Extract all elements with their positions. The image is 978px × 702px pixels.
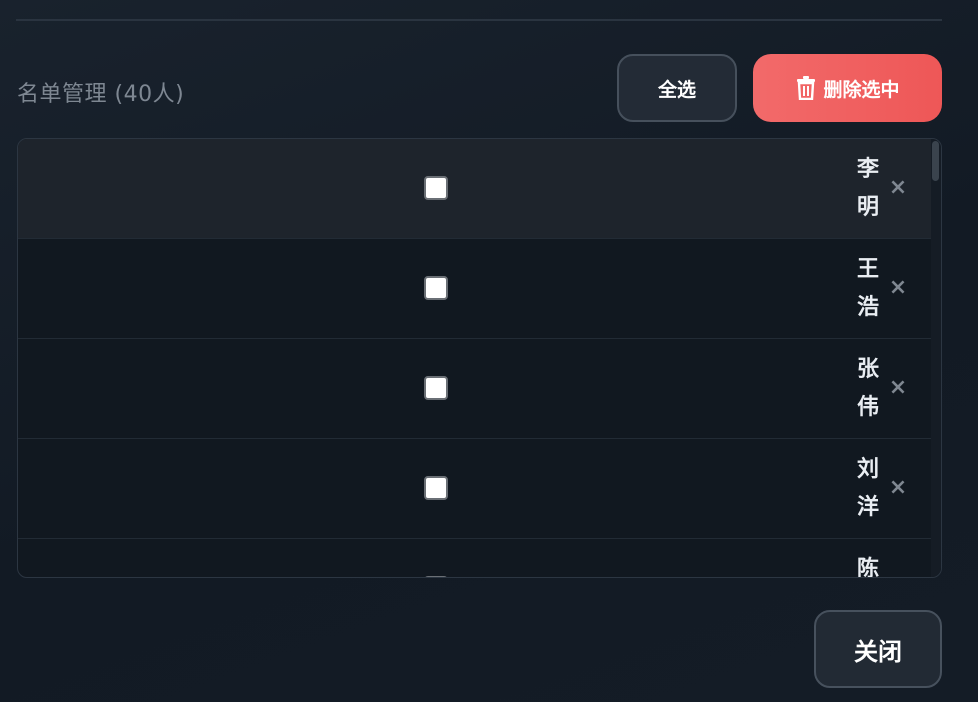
row-checkbox[interactable] [424, 176, 448, 200]
member-name: 张伟 [856, 357, 879, 420]
remove-icon[interactable]: × [886, 175, 910, 200]
delete-selected-button[interactable]: 删除选中 [753, 54, 942, 122]
list-item: 张伟 × [18, 339, 932, 439]
remove-icon[interactable]: × [886, 475, 910, 500]
list-item: 王浩 × [18, 239, 932, 339]
list-item: 刘洋 × [18, 439, 932, 539]
remove-icon[interactable]: × [886, 275, 910, 300]
close-label: 关闭 [854, 637, 902, 666]
row-checkbox[interactable] [424, 276, 448, 300]
select-all-button[interactable]: 全选 [617, 54, 737, 122]
member-name: 陈 [856, 557, 879, 578]
roster-dialog: 名单管理 (40人) 全选 删除选中 李明 × 王浩 × 张伟 × 刘洋 × 陈… [0, 0, 978, 702]
scrollbar-thumb[interactable] [932, 141, 939, 181]
delete-selected-label: 删除选中 [823, 78, 900, 101]
row-checkbox[interactable] [424, 376, 448, 400]
select-all-label: 全选 [657, 78, 696, 101]
list-item: 陈 × [18, 539, 932, 578]
page-title: 名单管理 (40人) [17, 82, 185, 107]
top-divider [16, 19, 942, 21]
remove-icon[interactable]: × [886, 375, 910, 400]
member-name: 王浩 [856, 257, 879, 320]
trash-icon [795, 76, 817, 100]
close-button[interactable]: 关闭 [814, 610, 942, 688]
remove-icon[interactable]: × [886, 575, 910, 578]
member-name: 刘洋 [856, 457, 879, 520]
row-checkbox[interactable] [424, 576, 448, 577]
roster-list[interactable]: 李明 × 王浩 × 张伟 × 刘洋 × 陈 × [17, 138, 942, 578]
scrollbar[interactable] [931, 139, 941, 577]
member-name: 李明 [856, 157, 879, 220]
row-checkbox[interactable] [424, 476, 448, 500]
list-item: 李明 × [18, 139, 932, 239]
